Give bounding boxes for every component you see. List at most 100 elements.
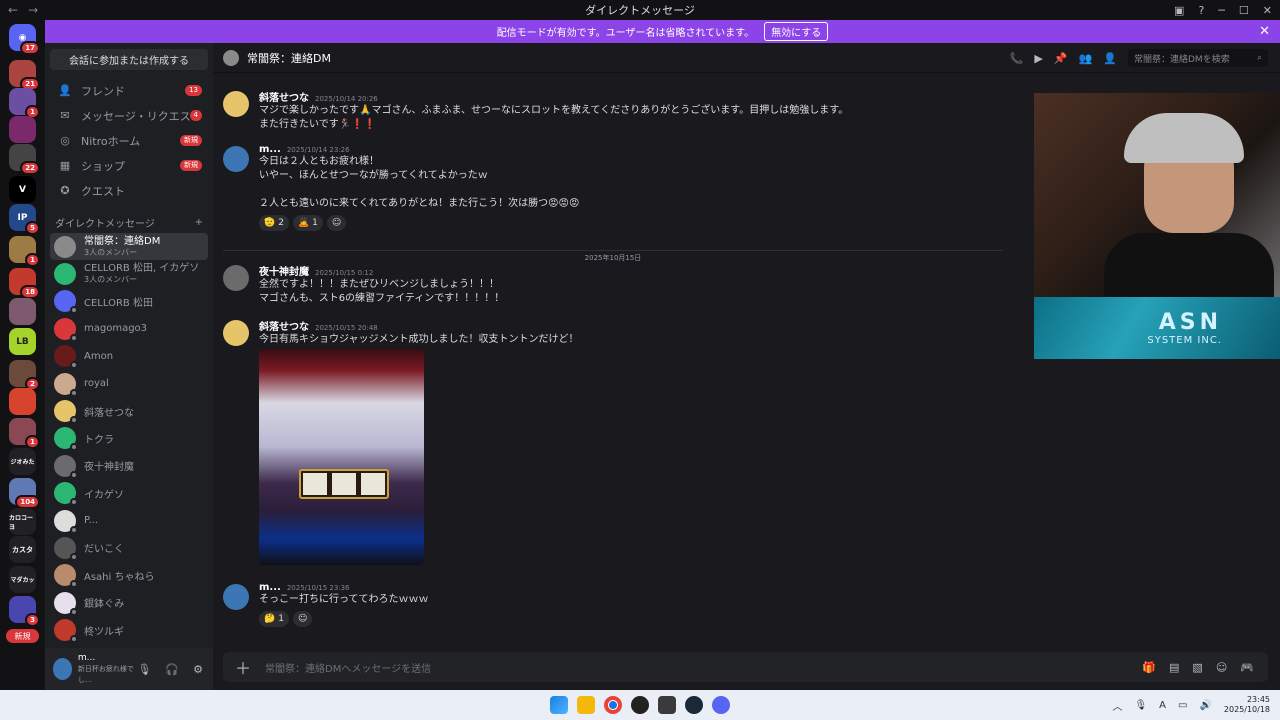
headphones-icon[interactable]: 🎧 xyxy=(165,663,179,676)
server-icon[interactable]: カロコーヨ xyxy=(9,508,36,535)
user-avatar[interactable] xyxy=(53,658,72,680)
dm-item[interactable]: 柊ツルギ xyxy=(50,616,208,644)
dm-item[interactable]: 常闇祭：連絡DM 3人のメンバー xyxy=(50,233,208,261)
add-reaction-button[interactable]: ☺ xyxy=(326,215,347,231)
avatar[interactable] xyxy=(223,91,249,117)
server-icon[interactable]: 18 xyxy=(9,268,40,299)
server-icon[interactable]: IP 5 xyxy=(9,204,40,235)
home-button[interactable]: ◉ 17 xyxy=(9,24,40,55)
close-window-button[interactable]: ✕ xyxy=(1263,4,1272,17)
server-icon[interactable]: 21 xyxy=(9,60,40,91)
nav-message-requests[interactable]: ✉ メッセージ・リクエス... 4 xyxy=(50,103,208,128)
server-icon[interactable]: 2 xyxy=(9,360,40,391)
create-dm-icon[interactable]: + xyxy=(195,217,203,228)
volume-icon[interactable]: 🔊 xyxy=(1199,700,1211,711)
banner-close-icon[interactable]: ✕ xyxy=(1259,24,1270,39)
avatar[interactable] xyxy=(223,320,249,346)
server-icon[interactable]: 22 xyxy=(9,144,40,175)
new-server-badge[interactable]: 新規 xyxy=(6,629,39,643)
server-icon[interactable]: 1 xyxy=(9,88,40,119)
message-author[interactable]: 夜十神封魔 xyxy=(259,267,309,278)
minimize-button[interactable]: ─ xyxy=(1218,4,1225,17)
start-icon[interactable] xyxy=(550,696,568,714)
dm-item[interactable]: royal xyxy=(50,370,208,397)
network-icon[interactable]: ▭ xyxy=(1178,700,1187,711)
app-icon[interactable] xyxy=(658,696,676,714)
dm-item[interactable]: 銀鉢ぐみ xyxy=(50,589,208,616)
dm-item[interactable]: だいこく xyxy=(50,534,208,561)
microphone-tray-icon[interactable]: 🎙 xyxy=(1134,700,1147,711)
dm-item[interactable]: Asahi ちゃねら xyxy=(50,562,208,589)
search-input[interactable]: 常闇祭：連絡DMを検索 ⌕ xyxy=(1128,49,1268,67)
server-icon[interactable] xyxy=(9,116,36,143)
reaction[interactable]: 🤔 1 xyxy=(259,611,289,627)
message-input[interactable]: ＋ 常闇祭：連絡DMへメッセージを送信 🎁 ▤ ▧ ☺ 🎮 xyxy=(223,652,1268,682)
maximize-button[interactable]: ☐ xyxy=(1239,4,1249,17)
message-author[interactable]: m... xyxy=(259,582,281,593)
avatar[interactable] xyxy=(223,265,249,291)
server-icon[interactable]: ジオみた xyxy=(9,448,36,475)
message-author[interactable]: 斜落せつな xyxy=(259,93,309,104)
server-icon[interactable]: 1 xyxy=(9,418,40,449)
dm-item[interactable]: 斜落せつな xyxy=(50,397,208,425)
server-icon[interactable] xyxy=(9,298,36,325)
find-conversation-button[interactable]: 会話に参加または作成する xyxy=(50,49,208,70)
attach-plus-icon[interactable]: ＋ xyxy=(235,655,251,679)
message-author[interactable]: 斜落せつな xyxy=(259,322,309,333)
chrome-icon[interactable] xyxy=(604,696,622,714)
nav-nitro[interactable]: ◎ Nitroホーム 新規 xyxy=(50,128,208,153)
sticker-icon[interactable]: ▧ xyxy=(1192,661,1202,674)
user-name: m... xyxy=(77,652,96,663)
activity-icon[interactable]: 🎮 xyxy=(1240,661,1254,674)
server-icon[interactable]: 3 xyxy=(9,596,40,627)
message-author[interactable]: m... xyxy=(259,144,281,155)
dm-item[interactable]: CELLORB 松田 xyxy=(50,288,208,315)
help-icon[interactable]: ? xyxy=(1198,4,1204,17)
nav-quests[interactable]: ✪ クエスト xyxy=(50,178,208,203)
back-arrow-icon[interactable]: ← xyxy=(8,3,18,17)
server-icon[interactable] xyxy=(9,388,36,415)
add-reaction-button[interactable]: ☺ xyxy=(292,611,313,627)
gif-icon[interactable]: ▤ xyxy=(1169,661,1179,674)
dm-item[interactable]: トクラ xyxy=(50,425,208,452)
avatar xyxy=(54,345,78,370)
discord-icon[interactable] xyxy=(712,696,730,714)
server-icon[interactable]: マダカッ xyxy=(9,566,36,593)
pin-icon[interactable]: 📌 xyxy=(1054,52,1068,65)
disable-streamer-mode-button[interactable]: 無効にする xyxy=(764,22,829,41)
chevron-up-icon[interactable]: ︿ xyxy=(1112,698,1122,713)
video-icon[interactable]: ▶ xyxy=(1034,52,1042,65)
server-icon[interactable]: 1 xyxy=(9,236,40,267)
server-icon[interactable]: LB xyxy=(9,328,36,355)
dm-item[interactable]: 夜十神封魔 xyxy=(50,452,208,479)
dm-item[interactable]: イカゲソ xyxy=(50,480,208,507)
nav-shop[interactable]: ▦ ショップ 新規 xyxy=(50,153,208,178)
emoji-icon[interactable]: ☺ xyxy=(1216,661,1227,674)
gear-icon[interactable]: ⚙ xyxy=(193,663,203,676)
dm-item[interactable]: P... xyxy=(50,507,208,534)
inbox-icon[interactable]: ▣ xyxy=(1174,4,1184,17)
image-attachment[interactable] xyxy=(259,349,424,565)
steam-icon[interactable] xyxy=(685,696,703,714)
server-icon[interactable]: V xyxy=(9,176,36,203)
file-explorer-icon[interactable] xyxy=(577,696,595,714)
avatar[interactable] xyxy=(223,584,249,610)
reaction[interactable]: 🫡 2 xyxy=(259,215,289,231)
gift-icon[interactable]: 🎁 xyxy=(1142,661,1156,674)
member-list-icon[interactable]: 👤 xyxy=(1103,52,1117,65)
ime-indicator[interactable]: A xyxy=(1159,700,1166,711)
avatar[interactable] xyxy=(223,146,249,172)
dm-item[interactable]: magomago3 xyxy=(50,315,208,342)
dm-item[interactable]: CELLORB 松田, イカゲソ 3人のメンバー xyxy=(50,260,208,287)
phone-icon[interactable]: 📞 xyxy=(1010,52,1024,65)
server-icon[interactable]: カスタ xyxy=(9,536,36,563)
obs-icon[interactable] xyxy=(631,696,649,714)
microphone-icon[interactable]: 🎙 xyxy=(137,663,151,676)
clock[interactable]: 23:45 2025/10/18 xyxy=(1224,695,1270,715)
add-member-icon[interactable]: 👥 xyxy=(1079,52,1093,65)
nav-friends[interactable]: 👤 フレンド 13 xyxy=(50,78,208,103)
server-icon[interactable]: 104 xyxy=(9,478,40,509)
reaction[interactable]: 🙇 1 xyxy=(292,215,323,231)
forward-arrow-icon[interactable]: → xyxy=(28,3,38,17)
dm-item[interactable]: Amon xyxy=(50,343,208,370)
